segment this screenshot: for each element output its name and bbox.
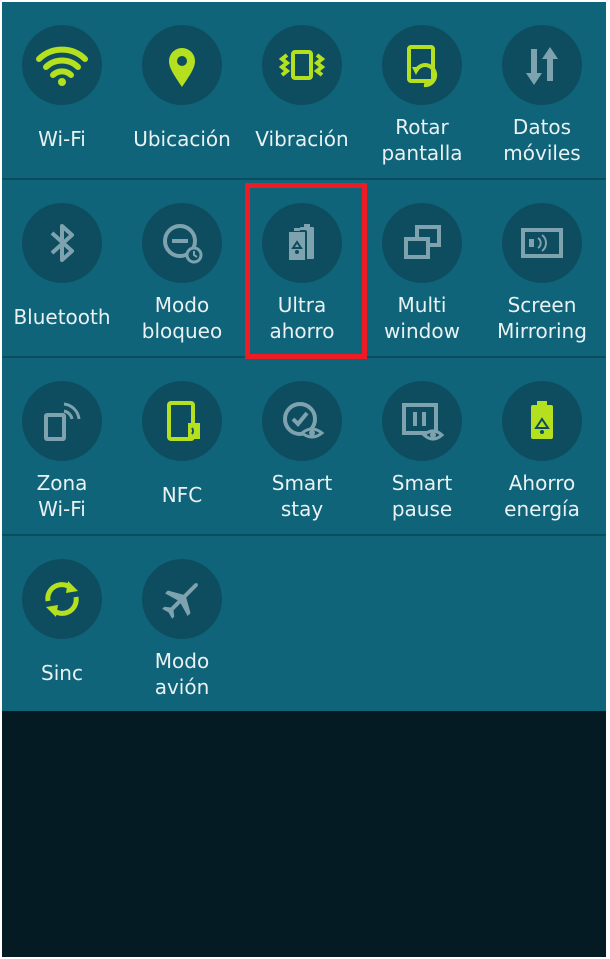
wifi-hotspot-icon	[44, 402, 81, 441]
blocking-mode-icon	[163, 224, 203, 264]
toggle-vibration[interactable]: Vibración	[242, 2, 362, 178]
toggle-circle	[382, 203, 462, 283]
phone-screen: Wi-Fi Ubicación Vibración Rotar pantalla…	[2, 2, 606, 957]
toggle-wifi-hotspot[interactable]: Zona Wi-Fi	[2, 358, 122, 534]
toggle-circle	[22, 25, 102, 105]
toggle-label-line-2: móviles	[503, 141, 581, 165]
bluetooth-icon	[50, 224, 74, 262]
toggle-power-saving[interactable]: Ahorro energía	[482, 358, 602, 534]
toggle-blocking-mode[interactable]: Modo bloqueo	[122, 180, 242, 356]
toggle-rotate-screen[interactable]: Rotar pantalla	[362, 2, 482, 178]
toggle-nfc[interactable]: NFC	[122, 358, 242, 534]
toggle-label-line-1: Smart	[391, 471, 453, 495]
toggle-label-line-1: Rotar	[395, 115, 449, 139]
toggle-label-line-1: Smart	[271, 471, 333, 495]
toggle-smart-stay[interactable]: Smart stay	[242, 358, 362, 534]
quick-settings-row-4: Sinc Modo avión	[2, 536, 606, 712]
toggle-label: Bluetooth	[13, 305, 111, 329]
vibrate-icon	[278, 50, 326, 80]
quick-settings-row-1: Wi-Fi Ubicación Vibración Rotar pantalla…	[2, 2, 606, 178]
toggle-mobile-data[interactable]: Datos móviles	[482, 2, 602, 178]
smart-pause-icon	[402, 403, 445, 441]
toggle-label-line-2: stay	[280, 497, 324, 521]
toggle-label-line-2: Wi-Fi	[38, 497, 86, 521]
mobile-data-icon	[526, 47, 558, 85]
toggle-circle	[382, 381, 462, 461]
quick-settings-row-3: Zona Wi-Fi NFC Smart stay Smart pause Ah…	[2, 358, 606, 534]
power-saving-icon	[531, 401, 553, 439]
toggle-circle	[142, 203, 222, 283]
toggle-label: Wi-Fi	[38, 127, 86, 151]
toggle-label-line-1: Datos	[512, 115, 572, 139]
rotate-screen-icon	[407, 45, 438, 88]
toggle-circle	[502, 203, 582, 283]
wifi-icon	[36, 46, 88, 86]
toggle-circle	[382, 25, 462, 105]
ultra-power-saving-highlight-box	[245, 183, 367, 359]
airplane-mode-icon	[162, 583, 198, 619]
toggle-multi-window[interactable]: Multi window	[362, 180, 482, 356]
smart-stay-icon	[283, 402, 325, 439]
toggle-label-line-2: pause	[391, 497, 453, 521]
toggle-label-line-2: avión	[154, 675, 210, 699]
toggle-circle	[262, 381, 342, 461]
toggle-label-line-1: Screen	[507, 293, 577, 317]
toggle-label: Ubicación	[133, 127, 231, 151]
toggle-bluetooth[interactable]: Bluetooth	[2, 180, 122, 356]
toggle-screen-mirroring[interactable]: Screen Mirroring	[482, 180, 602, 356]
toggle-label-line-2: energía	[504, 497, 580, 521]
toggle-wifi[interactable]: Wi-Fi	[2, 2, 122, 178]
toggle-label-line-2: window	[384, 319, 460, 343]
toggle-label-line-2: Mirroring	[497, 319, 587, 343]
toggle-label-line-1: Ahorro	[508, 471, 576, 495]
toggle-label-line-2: pantalla	[381, 141, 463, 165]
multi-window-icon	[404, 225, 441, 259]
location-pin-icon	[169, 48, 195, 87]
toggle-label-line-1: Modo	[154, 649, 210, 673]
toggle-airplane-mode[interactable]: Modo avión	[122, 536, 242, 712]
toggle-circle	[142, 559, 222, 639]
toggle-label: NFC	[161, 483, 203, 507]
toggle-circle	[22, 381, 102, 461]
toggle-location[interactable]: Ubicación	[122, 2, 242, 178]
toggle-circle	[502, 25, 582, 105]
screen-mirroring-icon	[521, 228, 563, 258]
toggle-circle	[502, 381, 582, 461]
toggle-circle	[22, 203, 102, 283]
toggle-circle	[262, 25, 342, 105]
toggle-circle	[22, 559, 102, 639]
toggle-label-line-2: bloqueo	[141, 319, 223, 343]
toggle-label: Sinc	[41, 661, 83, 685]
toggle-smart-pause[interactable]: Smart pause	[362, 358, 482, 534]
toggle-label-line-1: Modo	[154, 293, 210, 317]
sync-icon	[45, 581, 79, 617]
toggle-label-line-1: Multi	[397, 293, 447, 317]
toggle-label-line-1: Zona	[36, 471, 88, 495]
toggle-circle	[142, 381, 222, 461]
toggle-circle	[142, 25, 222, 105]
toggle-label: Vibración	[255, 127, 349, 151]
nfc-icon	[167, 401, 200, 441]
toggle-sync[interactable]: Sinc	[2, 536, 122, 712]
